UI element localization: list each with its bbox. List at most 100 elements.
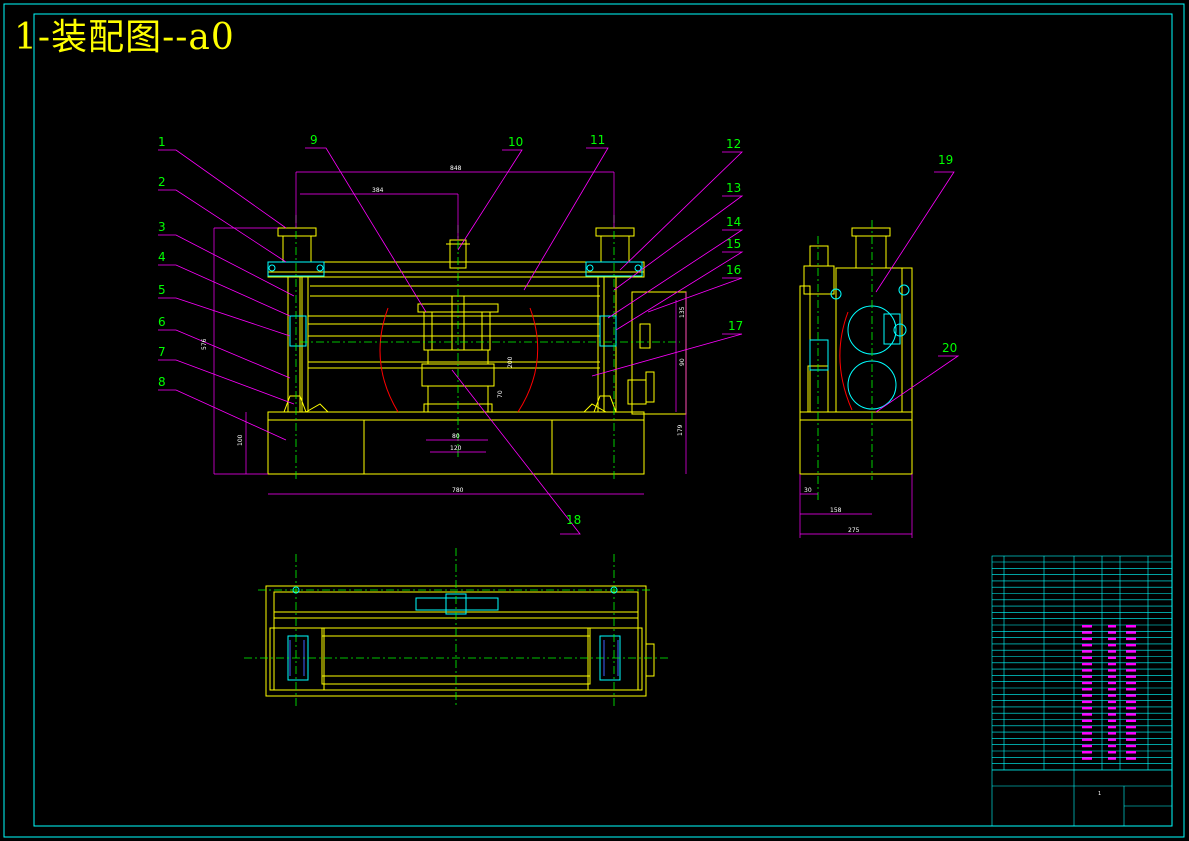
parts-list-cell-mark (1082, 650, 1092, 653)
parts-list-cell-mark (1126, 669, 1136, 672)
parts-list-cell-mark (1082, 694, 1092, 697)
parts-list-cell-mark (1082, 631, 1092, 634)
parts-list-cell-mark (1082, 719, 1092, 722)
parts-list-cell-mark (1126, 757, 1136, 760)
parts-list-cell-mark (1082, 744, 1092, 748)
title-block-qty: 1 (1098, 791, 1101, 797)
callout-15: 15 (726, 237, 741, 251)
parts-list-cell-mark (1108, 650, 1116, 653)
parts-list-cell-mark (1108, 669, 1116, 672)
callout-6: 6 (158, 315, 166, 329)
dim-120: 120 (450, 445, 462, 452)
parts-list-cell-mark (1126, 732, 1136, 735)
callout-leaders (158, 147, 960, 535)
parts-list-cell-mark (1126, 643, 1136, 647)
callout-4: 4 (158, 250, 166, 264)
callout-20: 20 (942, 341, 957, 355)
parts-list-cell-mark (1108, 681, 1116, 685)
parts-list-cell-mark (1108, 688, 1116, 691)
parts-list-cell-mark (1126, 706, 1136, 710)
side-view (799, 227, 913, 475)
dim-275: 275 (848, 527, 860, 534)
parts-list-cell-mark (1108, 725, 1116, 729)
dim-100: 100 (237, 434, 244, 446)
parts-list-cell-mark (1082, 669, 1092, 672)
callout-1: 1 (158, 135, 166, 149)
dim-70: 70 (497, 390, 504, 398)
parts-list-cell-mark (1082, 643, 1092, 647)
drawing-sheet: 1 2 3 4 5 6 7 8 9 10 11 12 13 14 15 16 1… (3, 3, 1185, 838)
parts-list-cell-mark (1108, 732, 1116, 735)
dim-576: 576 (201, 338, 208, 350)
dim-90: 90 (679, 358, 686, 366)
parts-list-cell-mark (1082, 757, 1092, 760)
drawing-title: 1-装配图--a0 (14, 17, 235, 58)
parts-list-cell-mark (1126, 675, 1136, 678)
parts-list-cell-mark (1108, 662, 1116, 666)
parts-list-cell-mark (1126, 631, 1136, 634)
parts-list-cell-mark (1108, 625, 1116, 628)
parts-list-cell-mark (1082, 751, 1092, 754)
parts-list-cell-mark (1082, 700, 1092, 704)
parts-list-cell-mark (1108, 757, 1116, 760)
parts-list-cell-mark (1082, 706, 1092, 710)
parts-list-cell-mark (1108, 751, 1116, 754)
callout-11: 11 (590, 133, 605, 147)
dim-848: 848 (450, 165, 462, 172)
parts-list-cell-mark (1082, 656, 1092, 659)
parts-list-cell-mark (1126, 725, 1136, 729)
callout-3: 3 (158, 220, 166, 234)
parts-list-cell-mark (1108, 700, 1116, 704)
dim-384: 384 (372, 187, 384, 194)
top-details (287, 586, 621, 681)
parts-list-cell-mark (1082, 732, 1092, 735)
parts-list-cell-mark (1082, 675, 1092, 678)
parts-list-cell-mark (1126, 751, 1136, 754)
parts-list-cell-mark (1126, 694, 1136, 697)
parts-list-cell-mark (1126, 637, 1136, 641)
parts-list-marks (1082, 625, 1136, 760)
parts-list-cell-mark (1082, 625, 1092, 628)
parts-list-cell-mark (1108, 719, 1116, 722)
callout-labels: 1 2 3 4 5 6 7 8 9 10 11 12 13 14 15 16 1… (158, 133, 957, 527)
callout-7: 7 (158, 345, 166, 359)
side-centerlines (817, 220, 873, 500)
parts-list-cell-mark (1082, 637, 1092, 641)
callout-8: 8 (158, 375, 166, 389)
callout-5: 5 (158, 283, 166, 297)
parts-list-cell-mark (1126, 688, 1136, 691)
dim-780: 780 (452, 487, 464, 494)
parts-list-cell-mark (1108, 713, 1116, 716)
parts-list-cell-mark (1108, 637, 1116, 641)
dim-30: 30 (804, 487, 812, 494)
callout-13: 13 (726, 181, 741, 195)
dim-179: 179 (677, 424, 684, 436)
parts-list-cell-mark (1126, 656, 1136, 659)
callout-2: 2 (158, 175, 166, 189)
parts-list-cell-mark (1126, 625, 1136, 628)
parts-list-table (991, 555, 1173, 827)
parts-list-cell-mark (1108, 643, 1116, 647)
dim-158: 158 (830, 507, 842, 514)
callout-14: 14 (726, 215, 741, 229)
parts-list-cell-mark (1126, 738, 1136, 741)
callout-9: 9 (310, 133, 318, 147)
parts-list-cell-mark (1108, 744, 1116, 748)
parts-list-cell-mark (1108, 675, 1116, 678)
parts-list-cell-mark (1082, 725, 1092, 729)
dim-135: 135 (679, 306, 686, 318)
callout-18: 18 (566, 513, 581, 527)
callout-17: 17 (728, 319, 743, 333)
dim-200: 200 (507, 356, 514, 368)
parts-list-cell-mark (1126, 744, 1136, 748)
callout-19: 19 (938, 153, 953, 167)
parts-list-cell-mark (1126, 650, 1136, 653)
parts-list-cell-mark (1126, 681, 1136, 685)
parts-list-cell-mark (1108, 631, 1116, 634)
parts-list-cell-mark (1108, 738, 1116, 741)
top-view (265, 585, 655, 697)
callout-12: 12 (726, 137, 741, 151)
parts-list-cell-mark (1082, 681, 1092, 685)
parts-list-cell-mark (1108, 656, 1116, 659)
front-view (267, 227, 687, 475)
